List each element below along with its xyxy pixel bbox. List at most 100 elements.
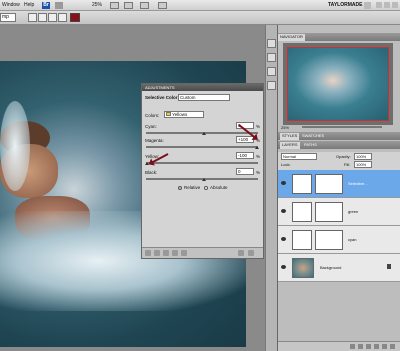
colors-dropdown[interactable]: Yellows [164,111,204,118]
menu-help[interactable]: Help [24,2,34,8]
view-previous-icon[interactable] [181,250,187,256]
magenta-label: Magenta: [145,138,164,143]
layer-mask-thumbnail[interactable] [315,174,343,194]
opacity-field[interactable]: 100% [354,153,372,160]
colors-label: Colors: [145,113,160,118]
yellow-swatch [166,112,171,116]
visibility-icon[interactable] [172,250,178,256]
layer-mask-thumbnail[interactable] [315,230,343,250]
mode-add-icon[interactable] [38,13,47,22]
mode-intersect-icon[interactable] [58,13,67,22]
fill-field[interactable]: 100% [354,161,372,168]
swatches-tab[interactable]: SWATCHES [300,133,326,138]
navigator-zoom[interactable]: 25% [281,125,289,130]
adjustments-panel: ADJUSTMENTS Selective Color Custom Color… [141,83,264,259]
layers-footer [278,341,400,351]
layer-row[interactable]: green [278,198,400,226]
colors-value: Yellows [172,112,188,117]
new-layer-icon[interactable] [382,344,387,349]
hand-icon[interactable] [110,2,119,9]
mode-new-icon[interactable] [28,13,37,22]
blend-mode-select[interactable]: Normal [281,153,317,160]
bridge-icon[interactable]: Br [42,2,50,9]
cyan-thumb[interactable] [202,132,206,135]
back-icon[interactable] [145,250,151,256]
minimize-icon[interactable] [376,2,382,8]
reset-icon[interactable] [238,250,244,256]
layers-options: Normal Opacity: 100% Lock: Fill: 100% [278,152,400,170]
brush-icon[interactable] [267,67,276,76]
layer-row[interactable]: Background [278,254,400,282]
opacity-label: Opacity: [336,154,351,159]
layer-mask-thumbnail[interactable] [315,202,343,222]
close-icon[interactable] [392,2,398,8]
adjustments-title: ADJUSTMENTS [142,84,263,91]
lock-icon [387,264,391,269]
relative-radio[interactable] [178,186,182,190]
fill-label: Fill: [344,162,351,167]
adjustment-layer-icon [292,174,312,194]
navigator-header: NAVIGATOR [278,33,400,41]
layers-header: LAYERS PATHS [278,141,400,149]
maximize-icon[interactable] [384,2,390,8]
navigator-tab[interactable]: NAVIGATOR [278,34,305,41]
navigator-view[interactable] [283,43,393,125]
layer-name[interactable]: Selective... [348,181,368,186]
yellow-slider[interactable] [146,162,258,164]
actions-icon[interactable] [267,53,276,62]
black-thumb[interactable] [202,178,206,181]
relative-label: Relative [184,185,201,190]
eye-icon[interactable] [281,237,286,241]
zoom-icon[interactable] [124,2,133,9]
styles-tab[interactable]: STYLES [280,133,300,140]
eye-icon[interactable] [281,265,286,269]
menu-window[interactable]: Window [2,2,20,8]
panel-dock [265,25,277,351]
layer-name[interactable]: Background [320,265,341,270]
eye-icon[interactable] [281,181,286,185]
mode-subtract-icon[interactable] [48,13,57,22]
magenta-thumb[interactable] [255,146,259,149]
link-icon[interactable] [350,344,355,349]
layer-name[interactable]: green [348,209,358,214]
black-field[interactable]: 0 [236,168,254,175]
search-icon[interactable] [364,2,371,9]
layer-row[interactable]: cyan [278,226,400,254]
layer-row[interactable]: Selective... [278,170,400,198]
mask-icon[interactable] [366,344,371,349]
fx-icon[interactable] [358,344,363,349]
background-thumbnail [292,258,314,278]
water-splash-left [0,101,30,191]
history-icon[interactable] [267,39,276,48]
arrange-icon[interactable] [140,2,149,9]
cyan-label: Cyan: [145,124,157,129]
minibridge-icon[interactable] [55,2,63,9]
lock-label: Lock: [281,162,291,167]
adjustment-layer-icon [292,202,312,222]
delete-icon[interactable] [248,250,254,256]
layer-name[interactable]: cyan [348,237,356,242]
yellow-field[interactable]: -100 [236,152,254,159]
eye-icon[interactable] [281,209,286,213]
navigator-zoom-slider[interactable] [302,126,382,128]
trash-icon[interactable] [390,344,395,349]
clip-icon[interactable] [163,250,169,256]
absolute-label: Absolute [210,185,228,190]
black-unit: % [256,170,261,175]
color-swatch[interactable] [70,13,80,22]
expand-icon[interactable] [154,250,160,256]
absolute-radio[interactable] [204,186,208,190]
zoom-level[interactable]: 25% [92,2,102,8]
clone-icon[interactable] [267,81,276,90]
layers-tab[interactable]: LAYERS [280,142,300,149]
screen-mode-icon[interactable] [158,2,167,9]
preset-select[interactable]: mp [0,13,16,22]
magenta-slider[interactable] [146,146,258,148]
styles-header: STYLES SWATCHES [278,132,400,140]
adjustment-icon[interactable] [374,344,379,349]
preset-dropdown[interactable]: Custom [178,94,230,101]
yellow-unit: % [256,154,261,159]
navigator-thumbnail[interactable] [287,47,389,121]
workspace-name[interactable]: TAYLORMADE [328,2,362,8]
paths-tab[interactable]: PATHS [302,142,319,147]
